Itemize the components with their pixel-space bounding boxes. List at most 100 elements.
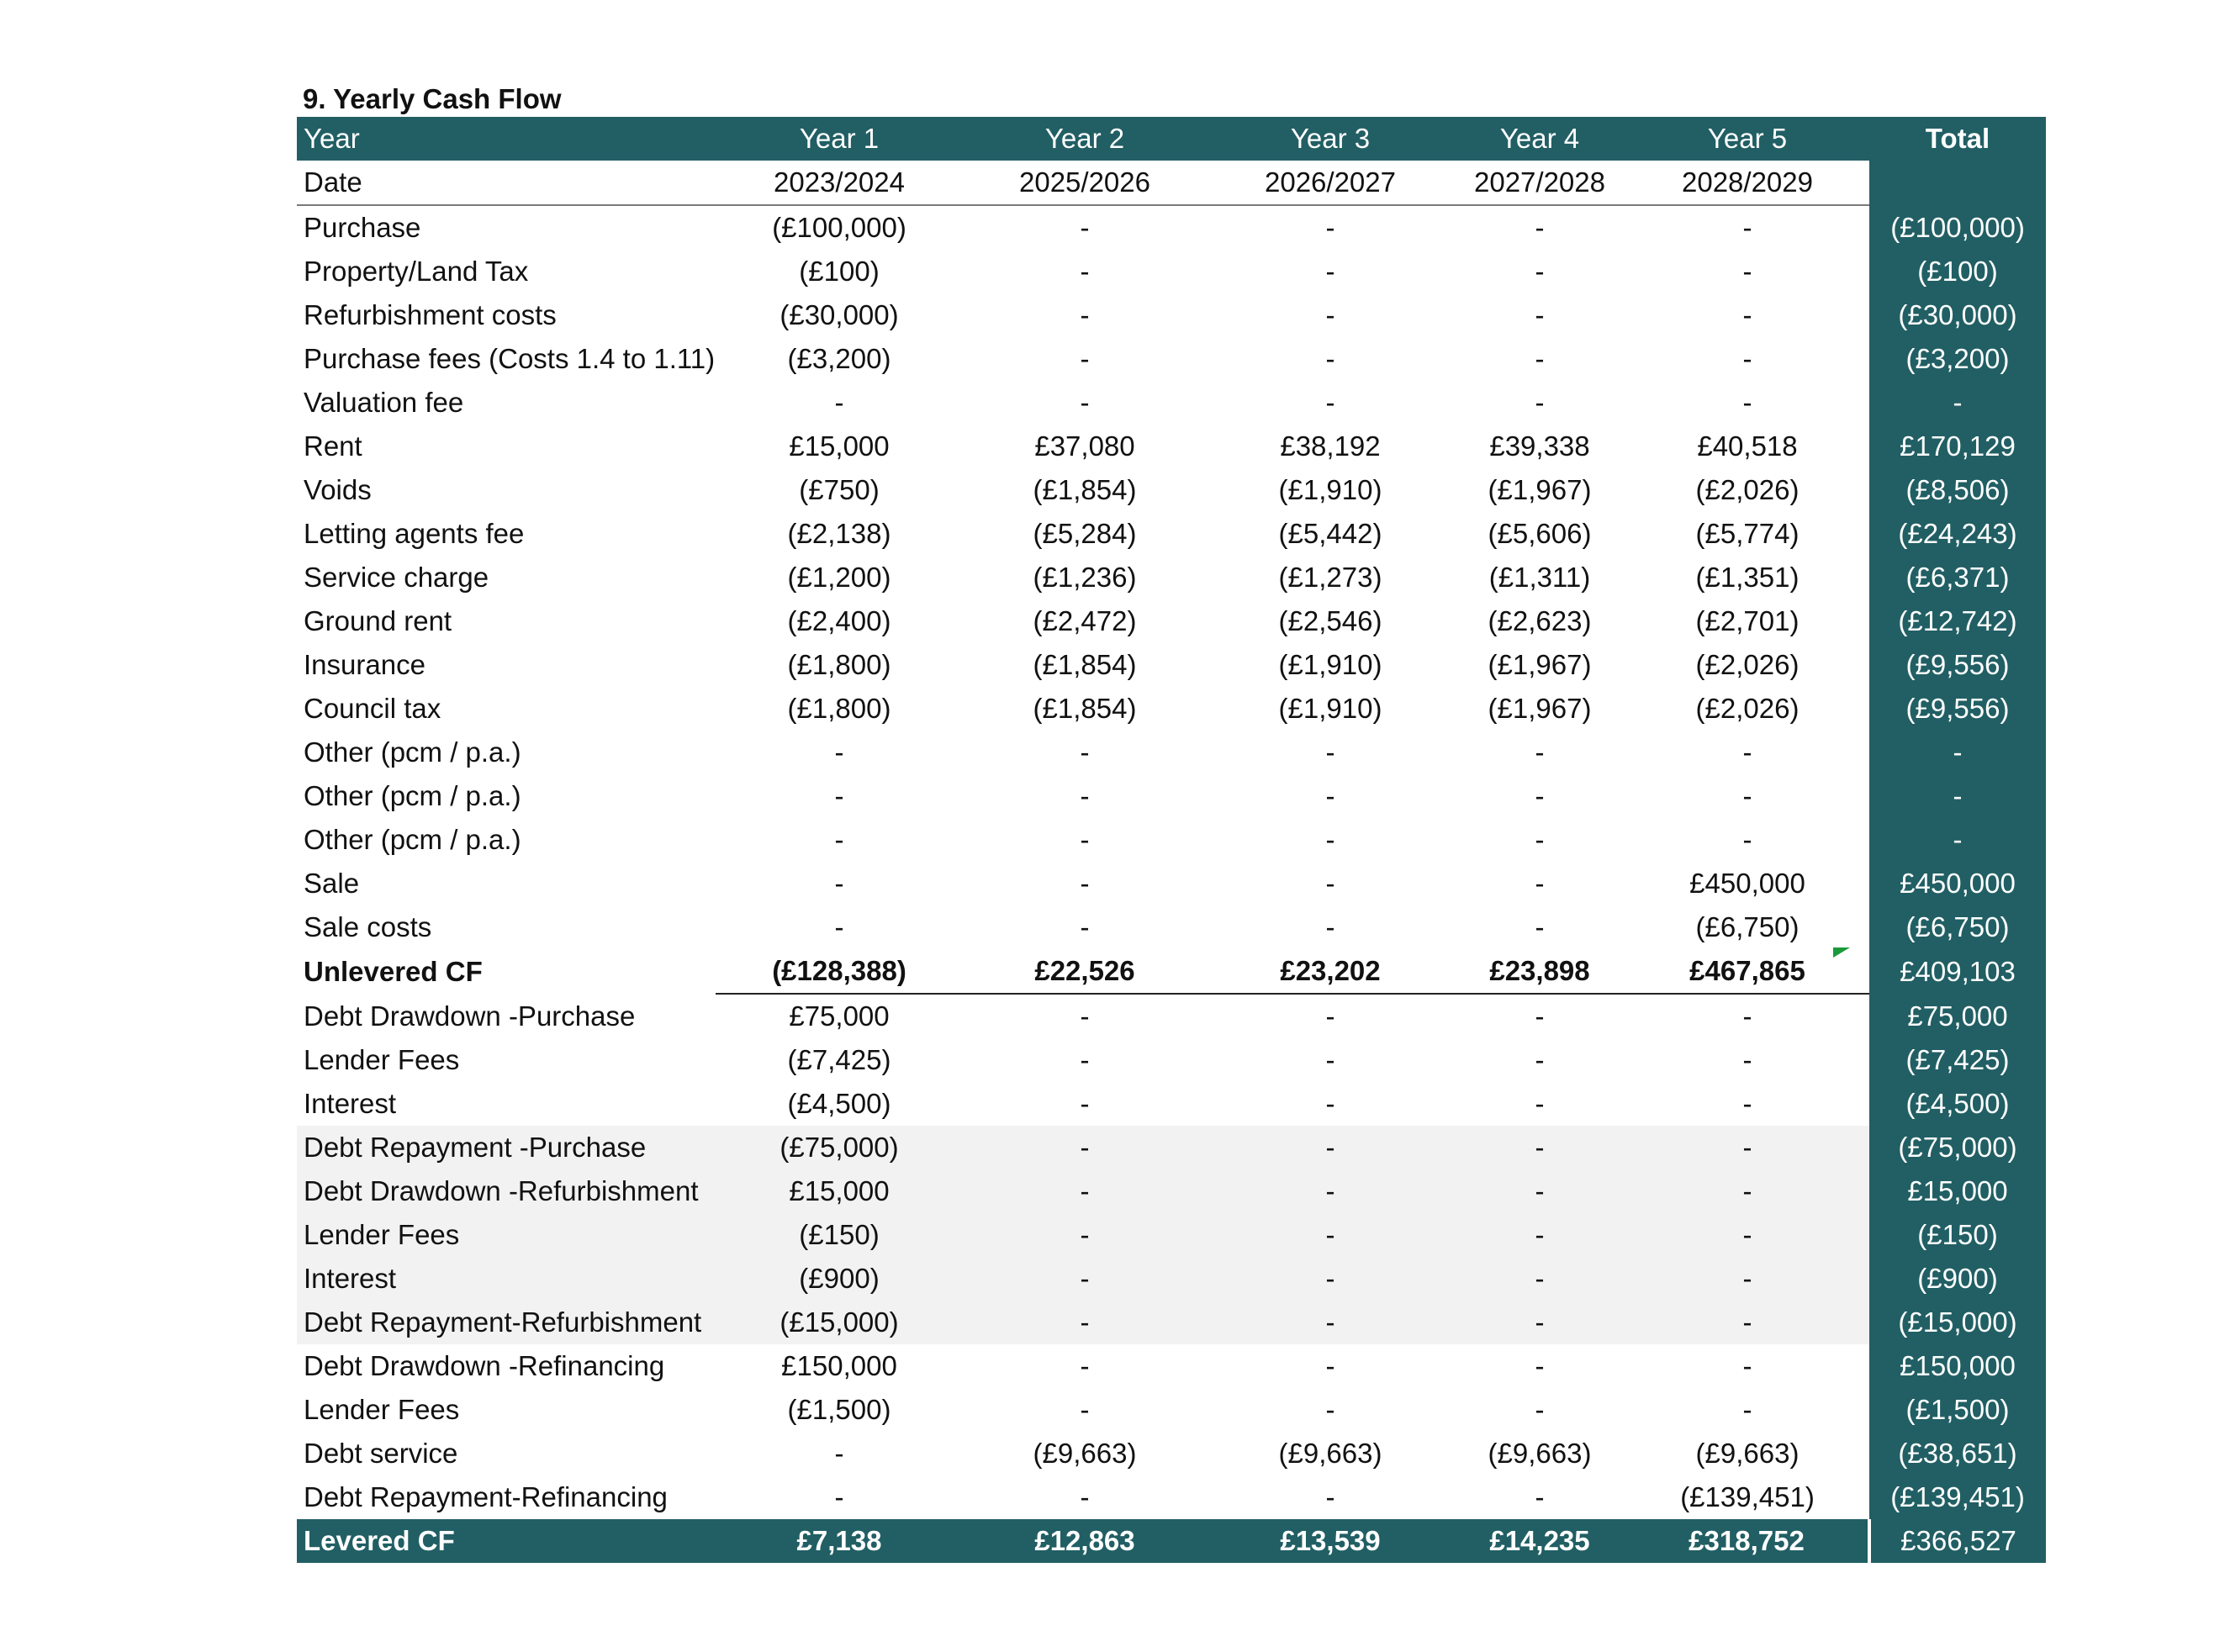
cell-year-1: - <box>834 780 844 811</box>
row-label: Letting agents fee <box>304 518 525 549</box>
cell-year-4: (£1,967) <box>1488 649 1592 680</box>
cell-year-5: - <box>1742 780 1752 811</box>
cell-year-1: £7,138 <box>716 1519 963 1563</box>
cell-year-3: (£1,273) <box>1278 562 1382 593</box>
cell-year-1: (£1,200) <box>787 562 891 593</box>
cell-year-4: (£5,606) <box>1488 518 1592 549</box>
row-label: Sale costs <box>304 911 432 942</box>
cell-total: - <box>1869 818 2046 862</box>
table-row: Unlevered CF (£128,388) £22,526 £23,202 £23,… <box>297 949 2046 995</box>
cell-year-3: (£1,910) <box>1278 474 1382 505</box>
cell-total: (£9,556) <box>1869 687 2046 731</box>
table-row: Sale - - - - £450,000 £450,000 <box>297 862 2046 905</box>
cell-total: (£139,451) <box>1869 1475 2046 1519</box>
cell-total: - <box>1869 731 2046 774</box>
cell-year-2: (£9,663) <box>1033 1438 1137 1469</box>
row-label: Debt Drawdown -Purchase <box>304 1000 636 1032</box>
table-row: Purchase fees (Costs 1.4 to 1.11) (£3,200… <box>297 337 2046 381</box>
cell-year-2: - <box>963 1257 1207 1301</box>
cell-year-2: - <box>1080 1044 1090 1075</box>
table-row: Sale costs - - - - (£6,750) (£6,750) <box>297 905 2046 949</box>
cell-year-2: - <box>1080 824 1090 855</box>
cell-year-4: - <box>1535 868 1545 899</box>
cell-total: £450,000 <box>1869 862 2046 905</box>
cell-year-3: - <box>1325 824 1335 855</box>
cell-year-4: - <box>1535 1481 1545 1512</box>
table-row: Interest (£4,500) - - - - (£4,500) <box>297 1082 2046 1126</box>
cell-total: £409,103 <box>1869 949 2046 994</box>
row-label: Refurbishment costs <box>304 299 557 330</box>
cell-year-1: (£1,800) <box>787 693 891 724</box>
cell-year-2: - <box>1080 343 1090 374</box>
row-label: Property/Land Tax <box>304 256 529 287</box>
cell-year-1: - <box>834 736 844 768</box>
cell-year-4: - <box>1454 1301 1625 1344</box>
row-label: Other (pcm / p.a.) <box>304 780 521 811</box>
cell-year-4: £23,898 <box>1454 949 1625 995</box>
cell-total: (£1,500) <box>1869 1388 2046 1432</box>
cell-year-4: (£9,663) <box>1488 1438 1592 1469</box>
row-label: Interest <box>304 1088 397 1119</box>
cell-year-1: (£900) <box>716 1257 963 1301</box>
row-label: Debt Repayment -Purchase <box>297 1126 716 1169</box>
cell-year-3: - <box>1325 868 1335 899</box>
cell-year-5: - <box>1625 1301 1869 1344</box>
cell-year-1: (£3,200) <box>787 343 891 374</box>
cell-year-3: £13,539 <box>1207 1519 1454 1563</box>
cell-year-3: - <box>1325 1044 1335 1075</box>
cell-year-4: - <box>1535 387 1545 418</box>
cell-year-4: £14,235 <box>1454 1519 1625 1563</box>
cell-year-2: - <box>963 1126 1207 1169</box>
cell-year-5: - <box>1625 1126 1869 1169</box>
table-row: Service charge (£1,200) (£1,236) (£1,273) (£… <box>297 556 2046 599</box>
cell-year-5: - <box>1742 1044 1752 1075</box>
table-row: Debt service - (£9,663) (£9,663) (£9,663) (£9… <box>297 1432 2046 1475</box>
cell-total: (£30,000) <box>1869 293 2046 337</box>
table-row: Council tax (£1,800) (£1,854) (£1,910) (£1,9… <box>297 687 2046 731</box>
row-label: Unlevered CF <box>304 955 483 987</box>
cell-year-3: - <box>1207 1301 1454 1344</box>
cell-year-5: (£139,451) <box>1680 1481 1815 1512</box>
cell-year-4: £39,338 <box>1489 430 1590 462</box>
cell-year-2: (£1,854) <box>1033 474 1137 505</box>
cell-year-1: (£75,000) <box>716 1126 963 1169</box>
cell-year-5: £450,000 <box>1689 868 1805 899</box>
cell-year-5: (£2,026) <box>1695 474 1800 505</box>
cell-year-2: - <box>1080 868 1090 899</box>
cell-year-3: - <box>1325 387 1335 418</box>
cell-year-2: (£5,284) <box>1033 518 1137 549</box>
header-year-3: Year 3 <box>1207 117 1454 161</box>
table-row: Lender Fees (£150) - - - - (£150) <box>297 1213 2046 1257</box>
cell-year-1: £15,000 <box>789 430 890 462</box>
yearly-cash-flow-table: Year Year 1 Year 2 Year 3 Year 4 Year 5 … <box>297 117 2046 1563</box>
row-label: Ground rent <box>304 605 452 636</box>
cell-year-3: - <box>1207 1126 1454 1169</box>
cell-year-5: - <box>1742 343 1752 374</box>
cell-year-3: £38,192 <box>1280 430 1381 462</box>
cell-total: (£100,000) <box>1869 205 2046 250</box>
table-title: 9. Yearly Cash Flow <box>303 83 562 114</box>
cell-year-1: - <box>834 1481 844 1512</box>
cell-year-4: (£1,967) <box>1488 474 1592 505</box>
table-row: Letting agents fee (£2,138) (£5,284) (£5,44… <box>297 512 2046 556</box>
row-label: Purchase fees (Costs 1.4 to 1.11) <box>304 343 716 374</box>
date-year-5: 2028/2029 <box>1625 161 1869 206</box>
header-year-4: Year 4 <box>1454 117 1625 161</box>
cell-year-4: - <box>1535 1044 1545 1075</box>
table-row: Ground rent (£2,400) (£2,472) (£2,546) (£2,6… <box>297 599 2046 643</box>
cell-total: (£8,506) <box>1869 468 2046 512</box>
cell-year-4: - <box>1535 780 1545 811</box>
cell-comment-marker <box>1833 947 1850 958</box>
cell-year-1: (£1,800) <box>787 649 891 680</box>
cell-year-2: - <box>963 1301 1207 1344</box>
cell-year-1: (£2,400) <box>787 605 891 636</box>
cell-year-4: - <box>1535 1350 1545 1381</box>
cell-total: - <box>1869 774 2046 818</box>
header-total: Total <box>1869 117 2046 161</box>
cell-year-3: (£1,910) <box>1278 693 1382 724</box>
table-row: Insurance (£1,800) (£1,854) (£1,910) (£1,967… <box>297 643 2046 687</box>
cell-year-3: - <box>1325 780 1335 811</box>
cell-year-2: - <box>1080 299 1090 330</box>
cell-year-1: (£128,388) <box>716 949 963 995</box>
cell-year-1: (£7,425) <box>787 1044 891 1075</box>
